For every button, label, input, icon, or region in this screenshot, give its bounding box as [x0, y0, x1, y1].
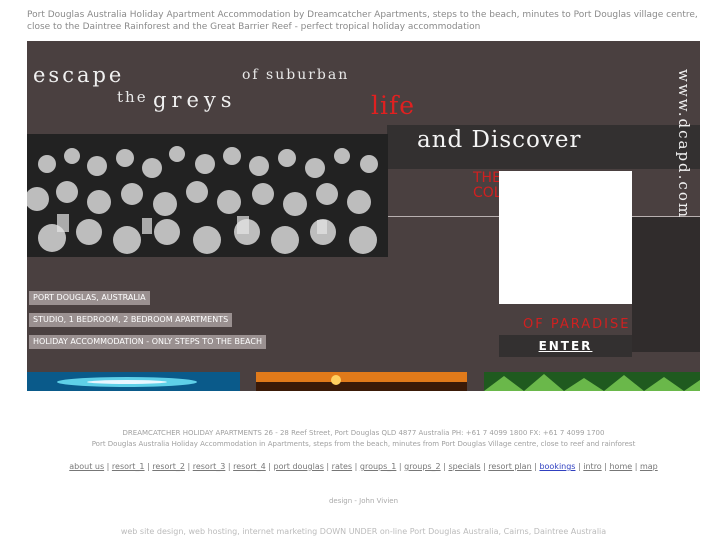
- footer-nav: about us | resort_1 | resort_2 | resort_…: [69, 462, 658, 471]
- the-text: the: [117, 88, 148, 106]
- nav-specials[interactable]: specials: [448, 462, 480, 471]
- site-url: www.dcapd.com: [675, 69, 693, 220]
- nav-bookings[interactable]: bookings: [539, 462, 575, 471]
- enter-label[interactable]: ENTER: [539, 339, 593, 353]
- nav-resort-2[interactable]: resort_2: [152, 462, 185, 471]
- nav-resort-4[interactable]: resort_4: [233, 462, 266, 471]
- of-suburban-text: of suburban: [242, 67, 350, 83]
- crowd-photo: [27, 134, 388, 257]
- nav-groups-2[interactable]: groups_2: [404, 462, 441, 471]
- life-text: life: [371, 91, 416, 120]
- reef-thumbnail[interactable]: [27, 372, 240, 391]
- footer-address-block: DREAMCATCHER HOLIDAY APARTMENTS 26 - 28 …: [27, 428, 700, 450]
- greys-text: greys: [153, 88, 237, 112]
- nav-port-douglas[interactable]: port douglas: [274, 462, 324, 471]
- the-colours-vertical-text: THE COLOURS: [473, 170, 541, 201]
- dark-panel: [632, 217, 700, 352]
- hero-banner: escape the greys of suburban life and Di…: [27, 41, 700, 391]
- bottom-line: web site design, web hosting, internet m…: [120, 527, 607, 536]
- of-paradise-text: OF PARADISE: [523, 317, 631, 332]
- nav-map[interactable]: map: [640, 462, 658, 471]
- nav-resort-1[interactable]: resort_1: [112, 462, 145, 471]
- white-panel: [499, 171, 632, 304]
- tag-accommodation: HOLIDAY ACCOMMODATION - ONLY STEPS TO TH…: [29, 335, 266, 349]
- tag-port-douglas: PORT DOUGLAS, AUSTRALIA: [29, 291, 150, 305]
- nav-intro[interactable]: intro: [583, 462, 601, 471]
- address-line: DREAMCATCHER HOLIDAY APARTMENTS 26 - 28 …: [122, 429, 605, 437]
- nav-resort-3[interactable]: resort_3: [193, 462, 226, 471]
- nav-groups-1[interactable]: groups_1: [360, 462, 397, 471]
- intro-text: Port Douglas Australia Holiday Apartment…: [27, 10, 698, 32]
- escape-text: escape: [33, 63, 125, 87]
- nav-about-us[interactable]: about us: [69, 462, 104, 471]
- rainforest-thumbnail[interactable]: [484, 372, 700, 391]
- nav-home[interactable]: home: [609, 462, 632, 471]
- thumbnail-strip: [27, 372, 700, 391]
- and-discover-text: and Discover: [417, 127, 582, 153]
- design-credit: design - John Vivien: [328, 497, 399, 505]
- nav-rates[interactable]: rates: [332, 462, 352, 471]
- sunset-thumbnail[interactable]: [256, 372, 467, 391]
- enter-button[interactable]: ENTER: [499, 335, 632, 357]
- nav-resort-plan[interactable]: resort plan: [488, 462, 531, 471]
- description-line: Port Douglas Australia Holiday Accommoda…: [91, 440, 636, 448]
- tag-apartments: STUDIO, 1 BEDROOM, 2 BEDROOM APARTMENTS: [29, 313, 233, 327]
